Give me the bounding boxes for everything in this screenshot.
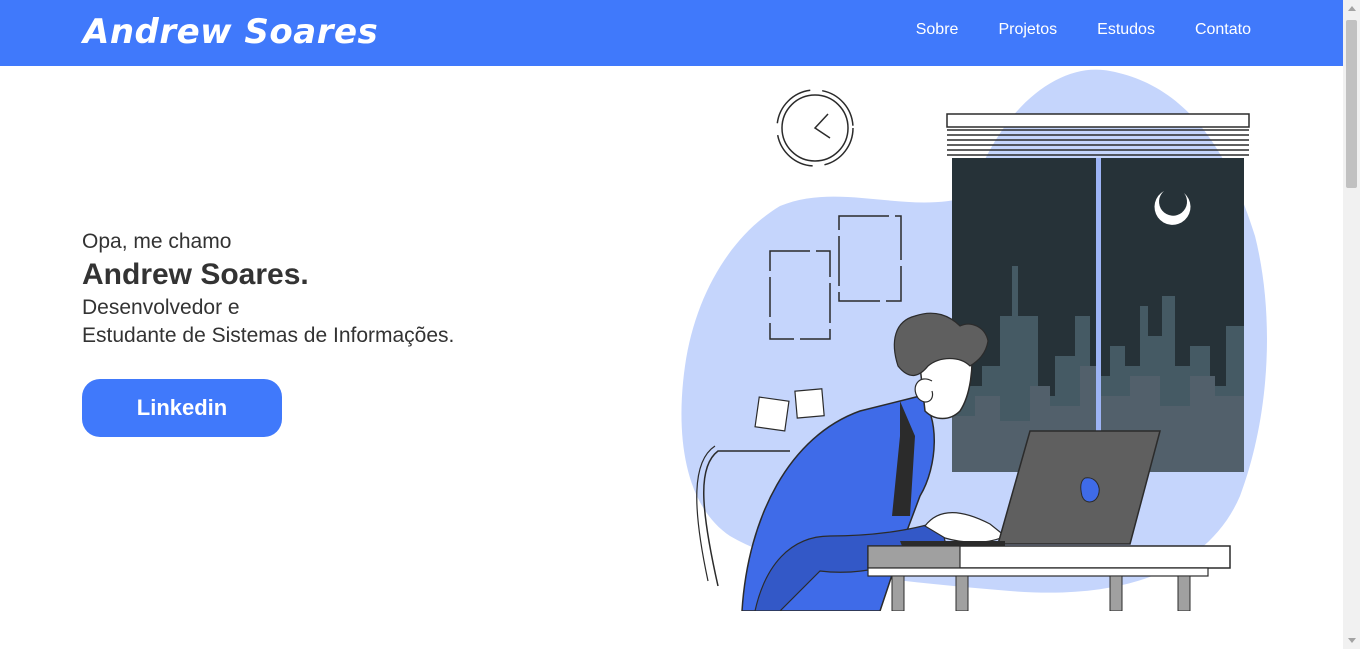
sticky-note (794, 388, 825, 419)
vertical-scrollbar[interactable] (1343, 0, 1360, 649)
nav-link-estudos[interactable]: Estudos (1097, 21, 1155, 39)
clock-icon (776, 89, 854, 167)
hero-role-line-2: Estudante de Sistemas de Informações. (82, 324, 455, 347)
nav-link-sobre[interactable]: Sobre (916, 21, 959, 39)
hero-name: Andrew Soares. (82, 258, 309, 291)
linkedin-button[interactable]: Linkedin (82, 379, 282, 437)
scrollbar-thumb[interactable] (1346, 20, 1357, 188)
navbar: Andrew Soares Sobre Projetos Estudos Con… (0, 0, 1343, 66)
night-window (946, 113, 1250, 472)
hero-intro: Opa, me chamo Andrew Soares. Desenvolved… (82, 230, 454, 350)
nav-link-projetos[interactable]: Projetos (998, 21, 1057, 39)
hero-role-line-1: Desenvolvedor e (82, 296, 240, 319)
hero-greeting: Opa, me chamo (82, 230, 232, 253)
main-nav: Sobre Projetos Estudos Contato (916, 21, 1251, 39)
developer-illustration (681, 69, 1267, 611)
site-logo[interactable]: Andrew Soares (83, 12, 378, 52)
scroll-down-arrow-icon[interactable] (1348, 638, 1356, 643)
scroll-up-arrow-icon[interactable] (1348, 6, 1356, 11)
sticky-note (754, 396, 790, 432)
nav-link-contato[interactable]: Contato (1195, 21, 1251, 39)
